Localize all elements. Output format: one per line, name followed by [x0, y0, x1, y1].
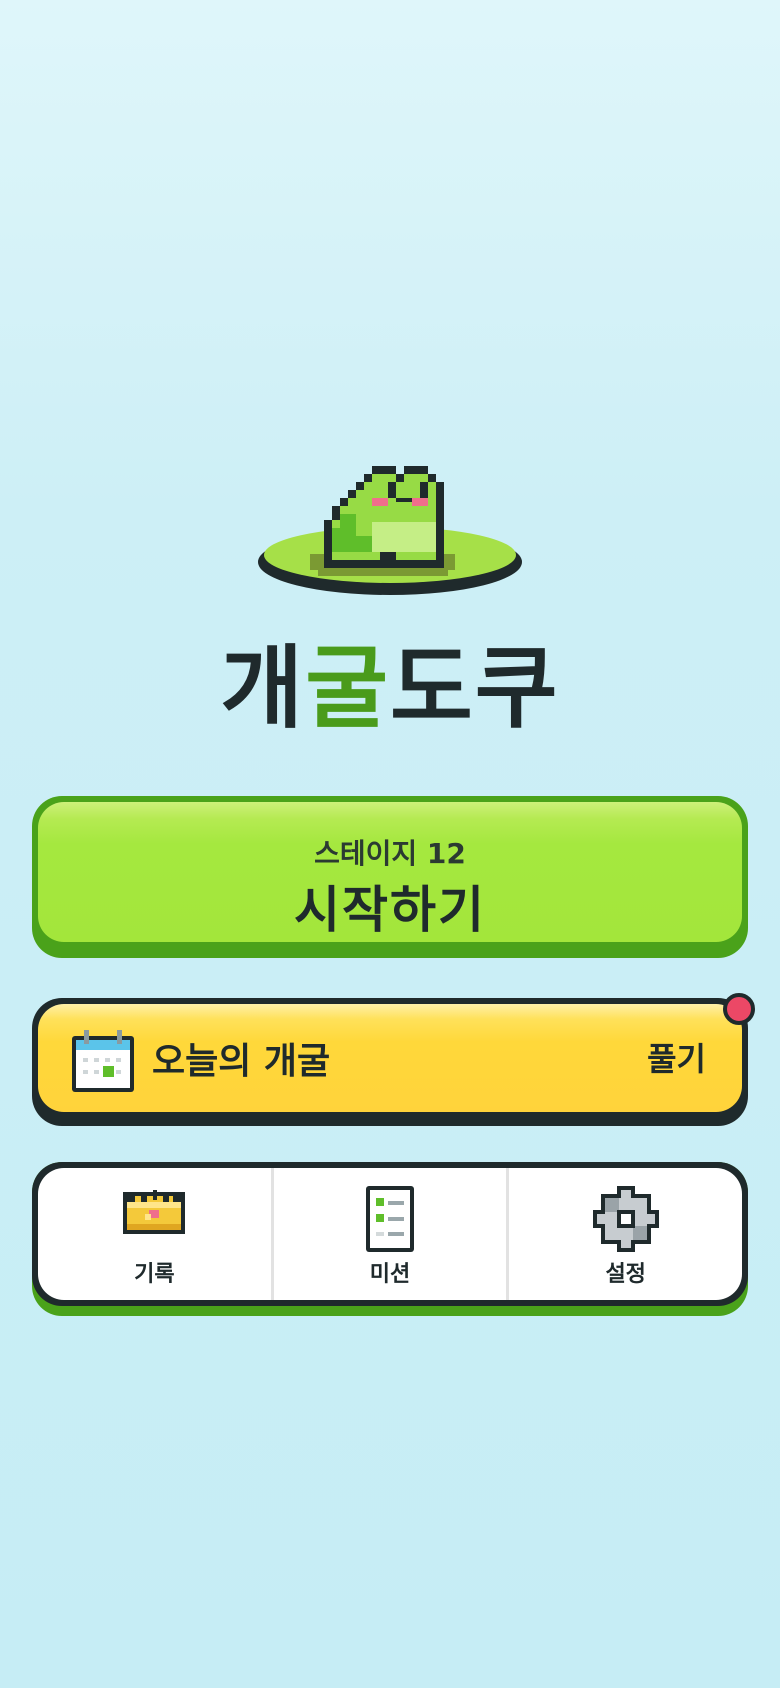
nav-label-records: 기록: [134, 1262, 175, 1287]
title-part-2: 도쿠: [390, 636, 560, 741]
start-label: 시작하기: [294, 881, 486, 939]
daily-puzzle-label: 오늘의 개굴: [152, 1041, 331, 1082]
notification-badge: [723, 993, 755, 1025]
nav-item-settings[interactable]: 설정: [506, 1168, 742, 1300]
frog-body: [324, 466, 444, 568]
daily-button-face: 오늘의 개굴 풀기: [38, 1004, 742, 1112]
title-accent: 굴: [305, 636, 390, 741]
app-title: 개굴도쿠: [0, 636, 780, 742]
bottom-nav-border: 기록 미션 설정: [32, 1162, 748, 1306]
nav-item-missions[interactable]: 미션: [270, 1168, 507, 1300]
checklist-icon: [366, 1186, 414, 1256]
daily-puzzle-action: 풀기: [647, 1040, 706, 1078]
nav-label-settings: 설정: [605, 1262, 646, 1287]
bottom-nav: 기록 미션 설정: [32, 1162, 748, 1316]
frog-mascot: [255, 462, 525, 607]
crown-icon: [123, 1186, 186, 1238]
daily-puzzle-button[interactable]: 오늘의 개굴 풀기: [32, 998, 748, 1126]
start-button[interactable]: 스테이지 12 시작하기: [32, 796, 748, 958]
start-button-face: 스테이지 12 시작하기: [38, 802, 742, 942]
bottom-nav-inner: 기록 미션 설정: [38, 1168, 742, 1300]
stage-label: 스테이지 12: [314, 837, 466, 870]
gear-icon: [592, 1186, 659, 1256]
nav-item-records[interactable]: 기록: [38, 1168, 271, 1300]
title-part-1: 개: [220, 636, 306, 741]
nav-label-missions: 미션: [369, 1262, 411, 1287]
calendar-icon: [70, 1028, 136, 1098]
